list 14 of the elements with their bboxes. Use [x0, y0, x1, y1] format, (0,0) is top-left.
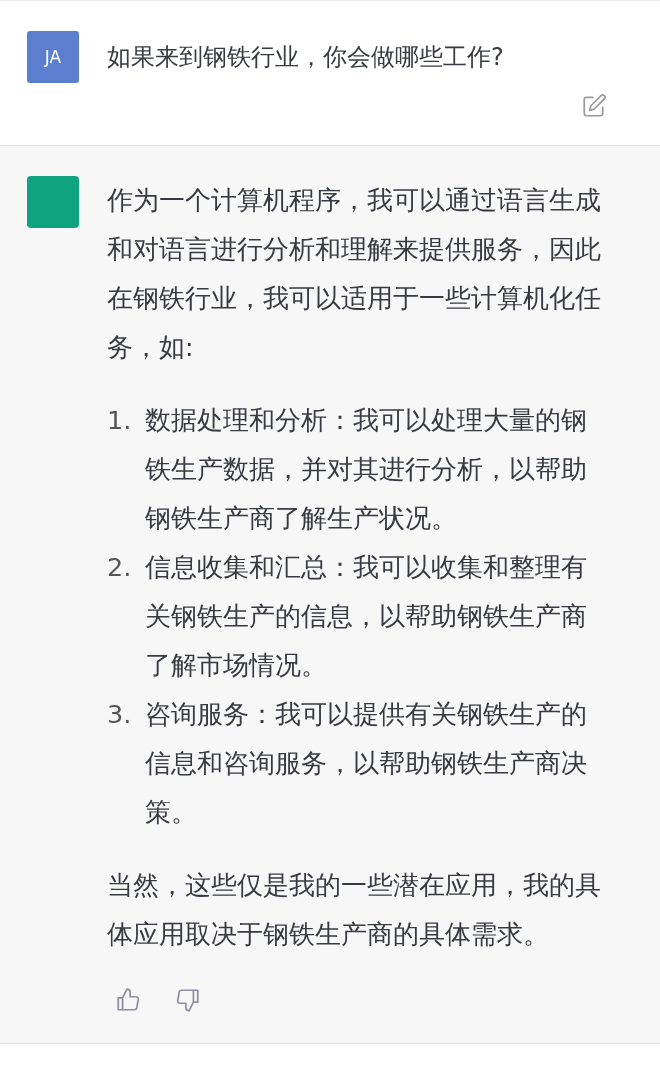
list-number: 3. [107, 698, 133, 731]
list-item-text: 数据处理和分析：我可以处理大量的钢铁生产数据，并对其进行分析，以帮助钢铁生产商了解生产状况。 [145, 404, 588, 535]
list-item-text: 信息收集和汇总：我可以收集和整理有关钢铁生产的信息，以帮助钢铁生产商了解市场情况。 [145, 551, 588, 682]
thumbs-up-icon[interactable] [115, 987, 141, 1013]
thumbs-down-icon[interactable] [175, 987, 201, 1013]
list-item-text: 咨询服务：我可以提供有关钢铁生产的信息和咨询服务，以帮助钢铁生产商决策。 [145, 698, 588, 829]
user-message: 如果来到钢铁行业，你会做哪些工作? [107, 42, 505, 73]
user-avatar: JA [27, 31, 79, 83]
assistant-closing: 当然，这些仅是我的一些潜在应用，我的具体应用取决于钢铁生产商的具体需求。 [107, 869, 602, 951]
assistant-intro: 作为一个计算机程序，我可以通过语言生成和对语言进行分析和理解来提供服务，因此在钢铁行业，我可以适用于一些计算机化任务，如: [107, 184, 602, 364]
assistant-logo-icon [27, 176, 79, 228]
list-number: 2. [107, 551, 133, 584]
edit-icon[interactable] [581, 93, 607, 119]
list-number: 1. [107, 404, 133, 437]
